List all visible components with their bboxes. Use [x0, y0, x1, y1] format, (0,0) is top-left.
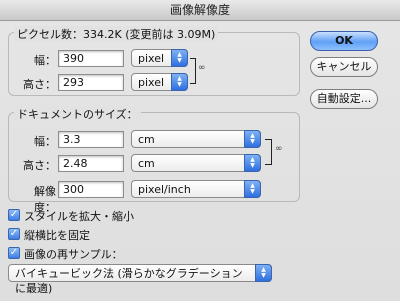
- resolution-unit-value: pixel/inch: [138, 183, 191, 196]
- doc-width-unit-select[interactable]: cm ▲ ▼: [131, 130, 261, 148]
- document-size-legend: ドキュメントのサイズ：: [14, 106, 141, 122]
- updown-arrows-icon: ▲ ▼: [171, 73, 188, 91]
- resolution-unit-select[interactable]: pixel/inch ▲ ▼: [131, 180, 261, 198]
- pixel-height-input[interactable]: 293: [58, 74, 124, 91]
- doc-width-input[interactable]: 3.3: [58, 131, 124, 148]
- dialog-title: 画像解像度: [0, 0, 400, 21]
- doc-height-input[interactable]: 2.48: [58, 155, 124, 172]
- updown-arrows-icon: ▲ ▼: [244, 180, 261, 198]
- pixel-height-unit-value: pixel: [138, 76, 165, 89]
- cancel-button[interactable]: キャンセル: [310, 57, 378, 77]
- pixel-width-unit-value: pixel: [138, 52, 165, 65]
- doc-height-unit-select[interactable]: cm ▲ ▼: [131, 154, 261, 172]
- ok-button[interactable]: OK: [310, 31, 378, 51]
- doc-link-bracket: [265, 139, 272, 165]
- resample-label: 画像の再サンプル：: [24, 248, 123, 261]
- auto-button[interactable]: 自動設定...: [310, 89, 378, 109]
- pixel-link-bracket: [190, 58, 196, 84]
- updown-arrows-icon: ▲ ▼: [171, 49, 188, 67]
- pixel-dimensions-legend: ピクセル数：334.2K (変更前は 3.09M): [14, 26, 219, 42]
- updown-arrows-icon: ▲ ▼: [255, 264, 272, 282]
- image-size-dialog: 画像解像度 ピクセル数：334.2K (変更前は 3.09M) 幅： 390 p…: [0, 0, 400, 301]
- pixel-height-label: 高さ：: [23, 78, 56, 91]
- pixel-width-unit-select[interactable]: pixel ▲ ▼: [131, 49, 188, 67]
- chain-link-icon: ∞: [275, 144, 283, 154]
- doc-height-label: 高さ：: [23, 159, 56, 172]
- updown-arrows-icon: ▲ ▼: [244, 154, 261, 172]
- chain-link-icon: ∞: [198, 63, 206, 73]
- pixel-width-label: 幅：: [34, 54, 56, 67]
- resample-method-select[interactable]: バイキュービック法 (滑らかなグラデーションに最適) ▲ ▼: [8, 264, 272, 295]
- constrain-proportions-checkbox[interactable]: ✓: [8, 228, 20, 240]
- doc-width-label: 幅：: [34, 135, 56, 148]
- resample-checkbox[interactable]: ✓: [8, 247, 20, 259]
- updown-arrows-icon: ▲ ▼: [244, 130, 261, 148]
- pixel-height-unit-select[interactable]: pixel ▲ ▼: [131, 73, 188, 91]
- doc-width-unit-value: cm: [138, 133, 155, 146]
- resample-method-value: バイキュービック法 (滑らかなグラデーションに最適): [15, 267, 243, 295]
- resolution-input[interactable]: 300: [58, 181, 124, 198]
- scale-styles-label: スタイルを拡大・縮小: [24, 210, 134, 223]
- constrain-proportions-label: 縦横比を固定: [24, 229, 90, 242]
- scale-styles-checkbox[interactable]: ✓: [8, 209, 20, 221]
- doc-height-unit-value: cm: [138, 157, 155, 170]
- pixel-width-input[interactable]: 390: [58, 50, 124, 67]
